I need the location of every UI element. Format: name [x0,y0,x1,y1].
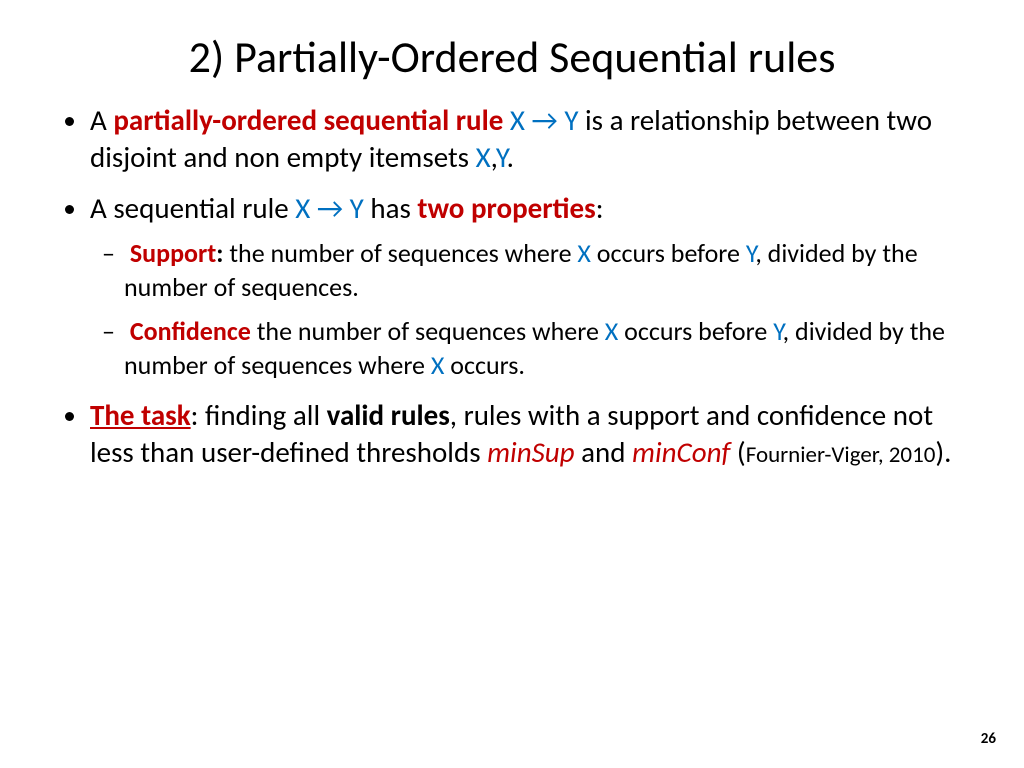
text: the number of sequences where [251,315,605,347]
var-y: Y [773,315,782,347]
sub-bullet-confidence: Confidence the number of sequences where… [124,315,974,383]
slide: 2) Partially-Ordered Sequential rules A … [0,0,1024,768]
var-x: X [605,315,619,347]
var-y: Y [746,237,755,269]
term-support: Support [130,237,216,269]
text: A [90,102,113,138]
var-y: Y [496,139,507,175]
text: ). [935,434,951,470]
var-x: X [431,349,445,381]
term-two-properties: two properties [417,190,595,226]
term-valid-rules: valid rules [327,397,450,433]
expr-xy: X → Y [295,190,364,226]
text: has [364,190,418,226]
text: and [575,434,632,470]
citation: Fournier-Viger, 2010 [746,441,936,469]
page-number: 26 [981,730,996,748]
term-the-task: The task [90,397,191,433]
term-partially-ordered: partially-ordered sequential rule [113,102,510,138]
bullet-list: A partially-ordered sequential rule X → … [50,102,974,471]
text: : [596,190,604,226]
text: ( [737,434,746,470]
bullet-item-1: A partially-ordered sequential rule X → … [90,102,974,176]
text: : finding all [191,397,327,433]
term-minsup: minSup [487,434,574,470]
sub-bullet-list: Support: the number of sequences where X… [90,237,974,382]
sub-bullet-support: Support: the number of sequences where X… [124,237,974,305]
text: occurs before [591,237,746,269]
term-minconf: minConf [632,434,737,470]
var-x: X [577,237,591,269]
bullet-item-2: A sequential rule X → Y has two properti… [90,190,974,382]
text: A sequential rule [90,190,295,226]
bullet-item-3: The task: finding all valid rules, rules… [90,397,974,471]
text: the number of sequences where [229,237,577,269]
text: . [507,139,514,175]
text: occurs before [618,315,773,347]
expr-xy: X → Y [510,102,579,138]
var-x: X [476,139,491,175]
slide-title: 2) Partially-Ordered Sequential rules [50,30,974,84]
text: : [216,237,229,269]
text: occurs. [444,349,525,381]
term-confidence: Confidence [130,315,251,347]
